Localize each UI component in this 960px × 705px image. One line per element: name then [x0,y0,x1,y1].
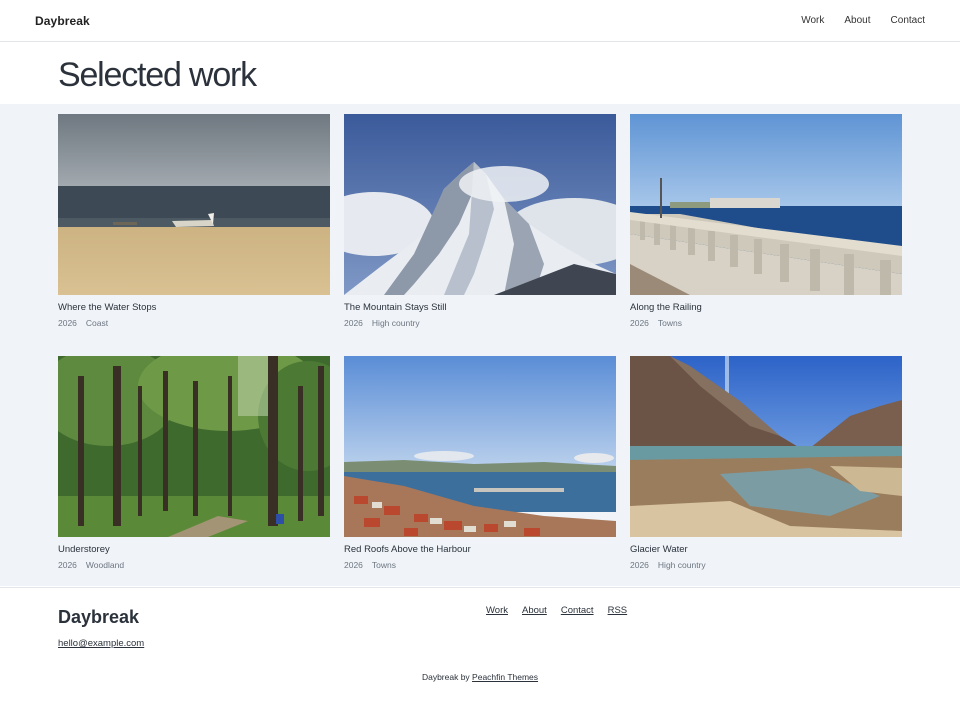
footer-nav-work[interactable]: Work [486,605,508,616]
work-year: 2026 [630,560,649,570]
work-thumbnail[interactable] [58,356,330,537]
nav-work[interactable]: Work [801,15,824,26]
footer-nav: Work About Contact RSS [486,605,627,616]
site-footer: Daybreak hello@example.com Work About Co… [0,587,960,705]
work-meta: 2026 High country [344,318,420,328]
work-thumbnail[interactable] [344,114,616,295]
work-meta: 2026 Coast [58,318,108,328]
main-nav: Work About Contact [801,15,925,26]
work-year: 2026 [58,318,77,328]
work-category: High country [371,318,420,328]
footer-nav-contact[interactable]: Contact [561,605,594,616]
work-category: Towns [657,318,683,328]
site-title-link[interactable]: Daybreak [35,14,90,28]
work-meta: 2026 High country [630,560,706,570]
footer-nav-about[interactable]: About [522,605,547,616]
work-category: Coast [85,318,109,328]
work-title[interactable]: Where the Water Stops [58,302,156,313]
work-card-where-the-water-stops[interactable]: Where the Water Stops 2026 Coast [58,114,330,328]
work-card-glacier-water[interactable]: Glacier Water 2026 High country [630,356,902,570]
footer-brand: Daybreak [58,607,140,627]
work-thumbnail[interactable] [344,356,616,537]
work-card-along-the-railing[interactable]: Along the Railing 2026 Towns [630,114,902,328]
work-category: High country [657,560,706,570]
footer-credit: Daybreak by Peachfin Themes [0,672,960,682]
footer-nav-rss[interactable]: RSS [608,605,628,616]
beach-photo [58,114,330,295]
harbour-photo [344,356,616,537]
work-title[interactable]: Along the Railing [630,302,702,313]
work-card-red-roofs-above-the-harbour[interactable]: Red Roofs Above the Harbour 2026 Towns [344,356,616,570]
work-year: 2026 [58,560,77,570]
glacier-photo [630,356,902,537]
work-year: 2026 [344,560,363,570]
work-thumbnail[interactable] [630,356,902,537]
work-card-the-mountain-stays-still[interactable]: The Mountain Stays Still 2026 High countr… [344,114,616,328]
work-grid: Where the Water Stops 2026 Coast The Mou… [0,104,960,586]
work-meta: 2026 Woodland [58,560,124,570]
work-category: Woodland [85,560,125,570]
work-year: 2026 [630,318,649,328]
work-thumbnail[interactable] [58,114,330,295]
work-card-understorey[interactable]: Understorey 2026 Woodland [58,356,330,570]
work-thumbnail[interactable] [630,114,902,295]
work-title[interactable]: Red Roofs Above the Harbour [344,544,471,555]
work-meta: 2026 Towns [344,560,396,570]
site-header: Daybreak Work About Contact [0,0,960,42]
mountain-photo [344,114,616,295]
work-category: Towns [371,560,397,570]
work-title[interactable]: The Mountain Stays Still [344,302,446,313]
footer-email-link[interactable]: hello@example.com [58,638,144,649]
forest-photo [58,356,330,537]
nav-about[interactable]: About [844,15,870,26]
credit-link[interactable]: Peachfin Themes [472,672,538,682]
work-title[interactable]: Glacier Water [630,544,688,555]
page-title: Selected work [58,56,257,94]
work-title[interactable]: Understorey [58,544,110,555]
nav-contact[interactable]: Contact [891,15,925,26]
credit-prefix: Daybreak by [421,672,470,682]
work-year: 2026 [344,318,363,328]
railing-photo [630,114,902,295]
work-meta: 2026 Towns [630,318,682,328]
